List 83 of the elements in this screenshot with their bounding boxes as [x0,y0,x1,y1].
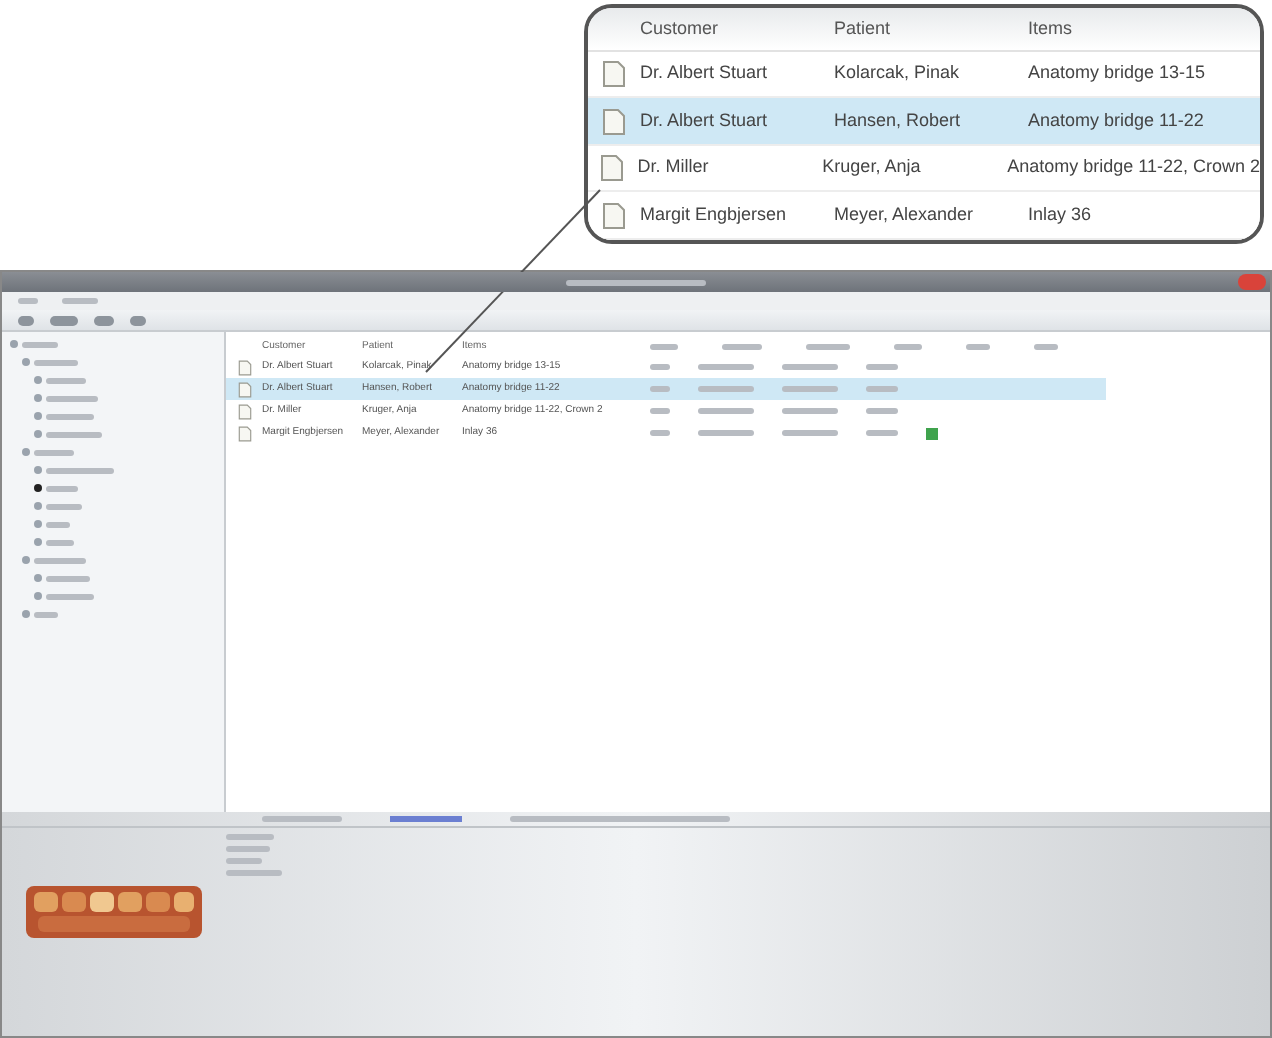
illegible-text [698,364,754,370]
illegible-text [46,377,86,383]
illegible-text [46,593,94,599]
illegible-text [866,408,898,414]
illegible-text [262,816,342,822]
illegible-text [698,386,754,392]
illegible-text [46,431,102,437]
illegible-text [34,611,58,617]
document-icon [602,59,626,88]
tree-icon [34,574,42,582]
tree-icon [34,592,42,600]
table-cell-text: Kruger, Anja [822,154,923,181]
tree-icon [22,448,30,456]
illegible-text [866,430,898,436]
illegible-text [46,395,98,401]
tree-icon [34,484,42,492]
illegible-text [650,344,678,350]
illegible-text [46,467,114,473]
illegible-text [806,344,850,350]
toolbar-icon[interactable] [50,315,78,325]
table-cell-text: Dr. Albert Stuart [640,60,770,87]
toolbar-icon[interactable] [18,315,34,325]
illegible-text [722,344,762,350]
tree-icon [22,556,30,564]
document-icon [600,154,625,183]
tree-icon [34,430,42,438]
tree-icon [34,466,42,474]
illegible-text [46,539,74,545]
illegible-text [226,858,262,864]
illegible-text [782,430,838,436]
illegible-text [782,408,838,414]
document-icon [602,201,626,230]
illegible-text [1034,344,1058,350]
illegible-text [62,298,98,304]
tree-icon [22,610,30,618]
table-cell-text: Margit Engbjersen [640,201,789,228]
document-icon [602,107,626,136]
table-cell-text: Kolarcak, Pinak [834,60,962,87]
illegible-text [46,575,90,581]
illegible-text [966,344,990,350]
tree-icon [34,412,42,420]
column-header[interactable]: Items [1028,15,1073,43]
illegible-text [34,359,78,365]
tree-icon [34,502,42,510]
table-cell-text: Anatomy bridge 13-15 [1028,60,1206,87]
illegible-text [34,557,86,563]
illegible-text [46,413,94,419]
tree-icon [34,394,42,402]
table-cell-text: Anatomy bridge 11-22 [1028,107,1204,134]
illegible-text [46,503,82,509]
illegible-text [22,341,58,347]
illegible-text [894,344,922,350]
illegible-text [698,430,754,436]
illegible-text [226,870,282,876]
illegible-text [698,408,754,414]
illegible-text [34,449,74,455]
illegible-text [226,846,270,852]
table-cell-text: Hansen, Robert [834,107,963,134]
table-cell-text: Anatomy bridge 11-22, Crown 2 [1007,154,1260,181]
table-cell-text: Meyer, Alexander [834,201,976,228]
tree-icon [34,376,42,384]
illegible-text [866,386,898,392]
illegible-text [566,279,706,285]
table-row[interactable]: Dr. Albert Stuart Kolarcak, Pinak Anatomy bridge 13-15 [588,51,1260,99]
illegible-text [782,386,838,392]
table-row[interactable]: Dr. Albert Stuart Hansen, Robert Anatomy bridge 11-22 [588,98,1260,146]
tree-icon [34,538,42,546]
table-cell-text: Dr. Albert Stuart [640,107,770,134]
illegible-text [18,298,38,304]
illegible-text [866,364,898,370]
illegible-text [46,521,70,527]
illegible-text [226,834,274,840]
status-square [926,427,938,439]
illegible-text [46,485,78,491]
tree-icon [10,340,18,348]
illegible-text [782,364,838,370]
column-header[interactable]: Patient [834,15,1028,43]
table-cell-text: Dr. Miller [637,154,711,181]
table-cell-text: Inlay 36 [1028,201,1092,228]
tree-icon [22,358,30,366]
close-button[interactable] [1238,274,1266,290]
column-header[interactable]: Customer [640,15,834,43]
tree-icon [34,520,42,528]
